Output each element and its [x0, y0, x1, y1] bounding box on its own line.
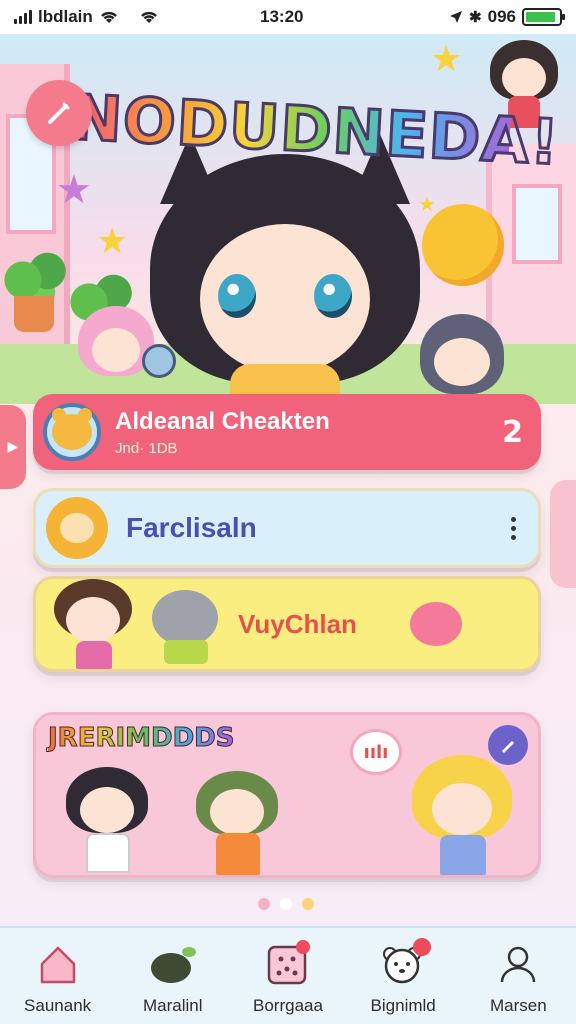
green-hair-character — [196, 771, 278, 875]
status-bar: lbdlain 13:20 ✱ 096 — [0, 0, 576, 34]
avatar — [43, 403, 101, 461]
chevron-right-icon: ▶ — [7, 439, 19, 455]
hero-title: NODUDNEDA! — [67, 79, 563, 181]
card-title: Farclisaln — [126, 512, 257, 543]
girl-avatar-icon — [46, 579, 136, 669]
nav-label: Bignimld — [370, 996, 436, 1015]
battery-icon — [522, 8, 565, 26]
home-icon — [34, 940, 82, 988]
nav-label: Marsen — [490, 996, 547, 1015]
card-subtitle: Jnd· 1DB — [115, 439, 178, 457]
pot-decoration — [14, 296, 54, 332]
notification-dot — [413, 938, 432, 956]
page-indicator — [258, 898, 314, 910]
nav-label: Maralinl — [143, 996, 203, 1015]
pencil-icon — [502, 741, 514, 753]
wifi-icon-secondary — [140, 11, 157, 23]
status-time: 13:20 — [260, 7, 304, 26]
person-icon — [494, 940, 542, 988]
page-dot[interactable] — [258, 898, 270, 910]
leaf-creature-icon — [149, 940, 197, 988]
star-icon: ★ — [430, 39, 463, 80]
bear-icon — [52, 408, 92, 450]
gray-character — [420, 314, 504, 398]
yellow-blob-character — [422, 204, 504, 286]
nav-label: Borrgaaa — [253, 996, 323, 1015]
side-tab-left[interactable]: ▶ — [0, 405, 26, 489]
nav-item-grid[interactable]: Borrgaaa — [238, 940, 338, 1016]
star-icon: ★ — [56, 167, 92, 213]
speech-bubble-icon: ıılı — [350, 729, 402, 775]
close-button[interactable] — [26, 80, 92, 146]
nav-item-home[interactable]: Saunank — [8, 940, 108, 1016]
wand-icon — [48, 102, 70, 124]
card-group[interactable]: VuyChlan — [33, 576, 541, 672]
lion-icon — [46, 497, 108, 559]
card-title: Aldeanal Cheakten — [115, 407, 330, 435]
bear-face-icon — [379, 938, 432, 988]
wifi-icon — [100, 11, 117, 23]
microphone-icon — [142, 344, 176, 378]
carrier-name: lbdlain — [38, 7, 93, 26]
card-featured[interactable]: Aldeanal Cheakten Jnd· 1DB 2 — [33, 394, 541, 470]
notification-dot — [295, 940, 310, 954]
character-face — [200, 224, 370, 374]
status-left: lbdlain — [14, 7, 159, 27]
speech-bubble-text: ıılı — [363, 741, 389, 763]
page-dot[interactable] — [280, 898, 292, 910]
pink-bear-character — [78, 306, 154, 390]
card-friend[interactable]: Farclisaln — [33, 488, 541, 568]
hero-banner: ★ ★ ★ ★ NODUDNEDA! — [0, 34, 576, 404]
catboy-character — [66, 767, 148, 873]
nav-item-bear[interactable]: Bignimld — [353, 938, 453, 1016]
side-tab-right[interactable] — [550, 480, 576, 588]
status-right: ✱ 096 — [449, 7, 565, 27]
star-icon: ★ — [418, 192, 436, 216]
main-character — [150, 134, 420, 404]
nav-item-creature[interactable]: Maralinl — [123, 940, 223, 1016]
nav-item-profile[interactable]: Marsen — [468, 940, 568, 1016]
battery-percent: 096 — [487, 7, 516, 26]
page-dot[interactable] — [302, 898, 314, 910]
location-arrow-icon — [450, 11, 463, 23]
grid-box-icon — [264, 940, 312, 988]
gray-creature-icon — [152, 584, 222, 664]
blonde-character — [412, 755, 512, 875]
count-badge: 2 — [502, 414, 523, 450]
signal-icon — [14, 10, 32, 24]
card-title: JRERIMDDDS — [48, 723, 235, 754]
nav-label: Saunank — [24, 996, 92, 1015]
window-decoration — [512, 184, 562, 264]
bottom-nav: Saunank Maralinl Borrgaaa Bignimld Marse… — [0, 926, 576, 1024]
bluetooth-icon: ✱ — [469, 9, 482, 26]
more-options-icon[interactable] — [505, 511, 522, 546]
star-icon: ★ — [96, 221, 129, 262]
pink-blob-icon — [410, 602, 462, 646]
card-event[interactable]: JRERIMDDDS ıılı — [33, 712, 541, 878]
card-text: Aldeanal Cheakten Jnd· 1DB — [115, 408, 502, 457]
card-title: VuyChlan — [238, 608, 357, 639]
plant-decoration — [2, 244, 72, 304]
